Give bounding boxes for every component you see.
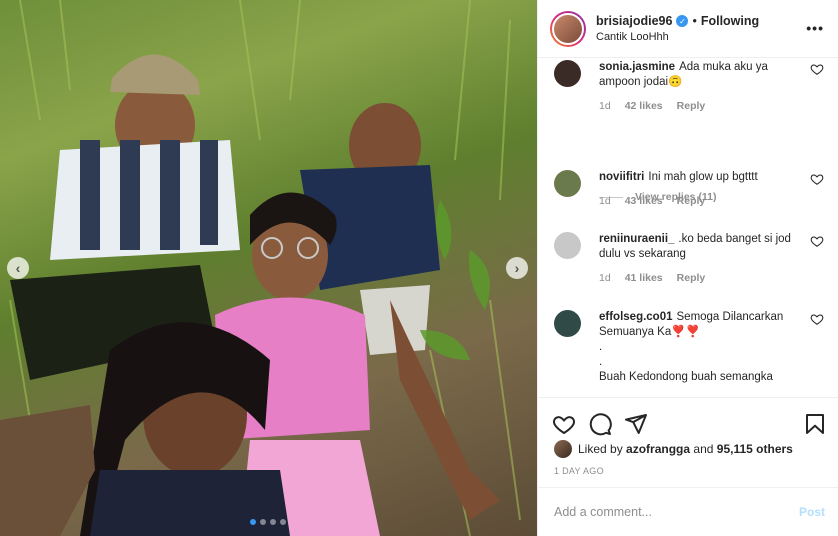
comment-item: effolseg.co01 Semoga Dilancarkan Semuanya… bbox=[554, 310, 824, 385]
chevron-right-icon: › bbox=[514, 260, 520, 276]
post-actions: Liked by azofrangga and 95,115 others 1 … bbox=[538, 397, 838, 487]
comment-username[interactable]: reniinuraenii_ bbox=[599, 233, 674, 245]
carousel-dot-active bbox=[250, 519, 256, 525]
comment-item: noviifitri Ini mah glow up bgtttt 1d 43 l… bbox=[554, 170, 824, 209]
comment-text: Ini mah glow up bgtttt bbox=[648, 171, 758, 183]
carousel-indicator bbox=[250, 519, 286, 525]
post-comment-button[interactable]: Post bbox=[799, 505, 825, 519]
likes-count[interactable]: 95,115 others bbox=[717, 442, 793, 456]
comment-text-line: Buah Kedondong buah semangka bbox=[599, 371, 773, 383]
bookmark-icon[interactable] bbox=[803, 412, 827, 436]
comment-likes[interactable]: 43 likes bbox=[625, 194, 663, 209]
following-button[interactable]: Following bbox=[701, 14, 759, 28]
comment-age[interactable]: 1d bbox=[599, 99, 611, 114]
reply-button[interactable]: Reply bbox=[677, 99, 706, 114]
liker-avatar[interactable] bbox=[554, 440, 572, 458]
reply-button[interactable]: Reply bbox=[677, 194, 706, 209]
likes-prefix: Liked by bbox=[578, 442, 623, 456]
author-avatar[interactable] bbox=[550, 10, 586, 47]
more-horizontal-icon: ••• bbox=[806, 20, 824, 36]
heart-icon[interactable] bbox=[810, 312, 824, 326]
carousel-dot bbox=[260, 519, 266, 525]
post-side-panel: brisiajodie96 ✓ • Following Cantik LooHh… bbox=[537, 0, 838, 536]
more-options-button[interactable]: ••• bbox=[806, 20, 824, 36]
commenter-avatar[interactable] bbox=[554, 232, 581, 259]
commenter-avatar[interactable] bbox=[554, 60, 581, 87]
reply-button[interactable]: Reply bbox=[677, 271, 706, 286]
post-photo[interactable]: ‹ › bbox=[0, 0, 537, 536]
comment-likes[interactable]: 42 likes bbox=[625, 99, 663, 114]
commenter-avatar[interactable] bbox=[554, 310, 581, 337]
comment-text-line: . bbox=[599, 356, 603, 368]
liker-username[interactable]: azofrangga bbox=[626, 442, 690, 456]
chevron-left-icon: ‹ bbox=[15, 260, 21, 276]
comment-icon[interactable] bbox=[588, 412, 612, 436]
comment-username[interactable]: noviifitri bbox=[599, 171, 644, 183]
comments-list[interactable]: sonia.jasmine Ada muka aku ya ampoon joda… bbox=[538, 58, 838, 397]
photo-illustration bbox=[0, 0, 521, 536]
carousel-prev-button[interactable]: ‹ bbox=[7, 257, 29, 279]
heart-icon[interactable] bbox=[810, 62, 824, 76]
heart-icon[interactable] bbox=[810, 234, 824, 248]
comment-username[interactable]: sonia.jasmine bbox=[599, 61, 675, 73]
comment-username[interactable]: effolseg.co01 bbox=[599, 311, 673, 323]
post-header: brisiajodie96 ✓ • Following Cantik LooHh… bbox=[538, 0, 838, 58]
comment-item: sonia.jasmine Ada muka aku ya ampoon joda… bbox=[554, 60, 824, 114]
comment-likes[interactable]: 41 likes bbox=[625, 271, 663, 286]
comment-item: reniinuraenii_ .ko beda banget si jod dul… bbox=[554, 232, 824, 286]
carousel-dot bbox=[280, 519, 286, 525]
comment-input[interactable] bbox=[554, 505, 799, 519]
comment-age[interactable]: 1d bbox=[599, 194, 611, 209]
author-username[interactable]: brisiajodie96 bbox=[596, 14, 672, 28]
carousel-next-button[interactable]: › bbox=[506, 257, 528, 279]
post-location[interactable]: Cantik LooHhh bbox=[596, 31, 759, 43]
comment-text-line: . bbox=[599, 341, 603, 353]
commenter-avatar[interactable] bbox=[554, 170, 581, 197]
heart-icon[interactable] bbox=[552, 412, 576, 436]
carousel-dot bbox=[270, 519, 276, 525]
comment-age[interactable]: 1d bbox=[599, 271, 611, 286]
likes-and: and bbox=[693, 442, 714, 456]
heart-icon[interactable] bbox=[810, 172, 824, 186]
likes-summary: Liked by azofrangga and 95,115 others bbox=[538, 440, 838, 458]
add-comment-bar: Post bbox=[538, 487, 838, 536]
paper-plane-icon[interactable] bbox=[624, 412, 648, 436]
header-separator: • bbox=[692, 14, 697, 28]
verified-badge-icon: ✓ bbox=[676, 15, 689, 27]
post-timestamp[interactable]: 1 DAY AGO bbox=[538, 458, 838, 476]
